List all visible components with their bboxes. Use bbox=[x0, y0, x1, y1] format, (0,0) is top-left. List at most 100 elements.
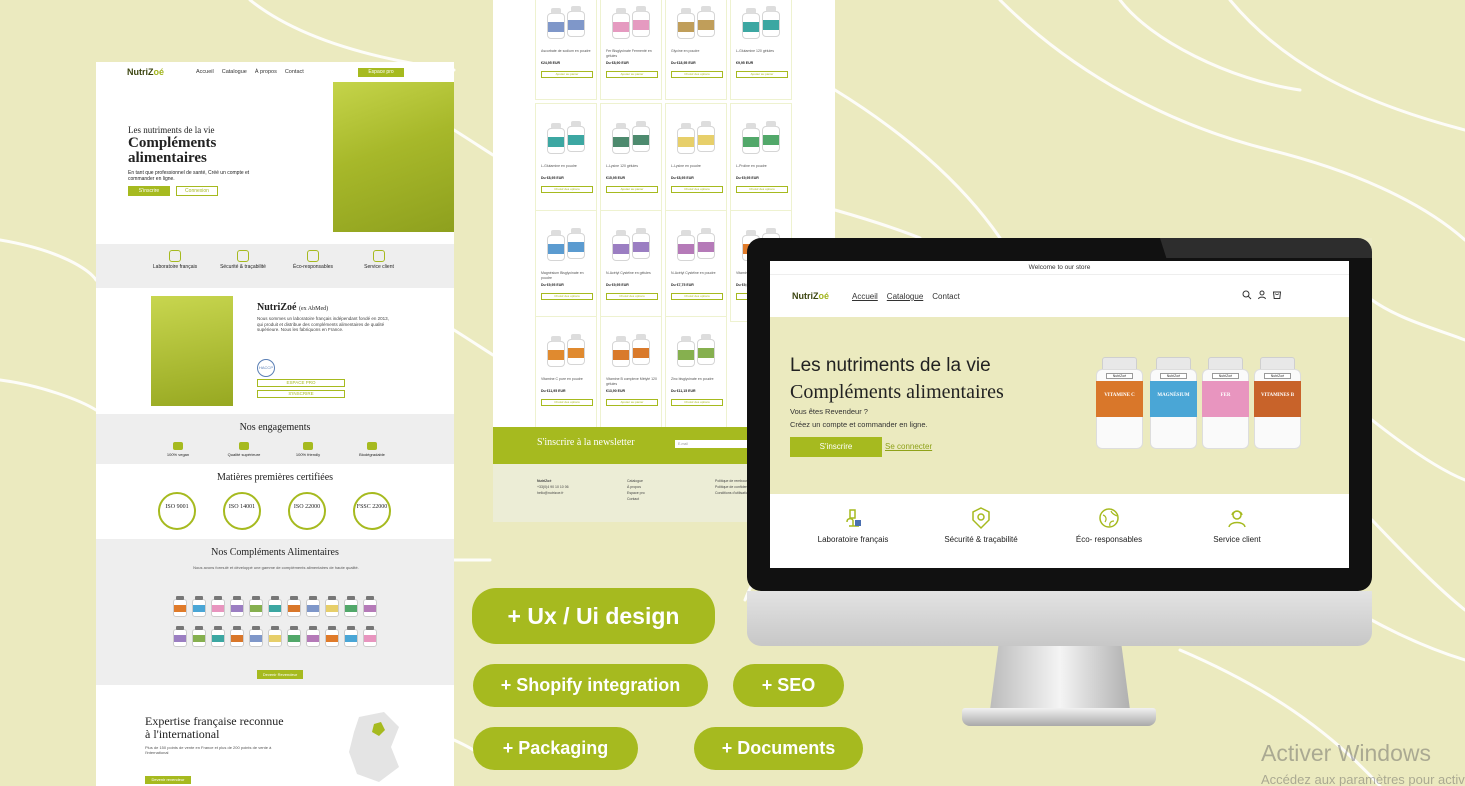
menu-item-catalogue[interactable]: Catalogue bbox=[222, 69, 247, 75]
product-card[interactable]: Magnésium Bisglycinate en poudre Du €9,95… bbox=[535, 210, 597, 322]
menu-item-contact[interactable]: Contact bbox=[285, 69, 304, 75]
product-jar bbox=[632, 228, 650, 259]
account-icon[interactable] bbox=[1257, 290, 1267, 300]
product-action-button[interactable]: Choisir des options bbox=[671, 186, 723, 193]
product-bottle bbox=[344, 626, 358, 647]
product-card[interactable]: L-Proline en poudre Du €9,95 EUR Choisir d… bbox=[730, 103, 792, 215]
product-price: Du €9,95 EUR bbox=[606, 283, 629, 287]
product-action-button[interactable]: Ajouter au panier bbox=[606, 71, 658, 78]
imac-chin bbox=[747, 591, 1372, 646]
supplement-jar: VITAMINES B NutriZoé bbox=[1254, 357, 1301, 449]
footer-link[interactable]: Contact bbox=[627, 496, 645, 502]
footer-contact: NutriZoé +33(0)4 90 10 10 06 hello@nutri… bbox=[537, 478, 569, 496]
product-action-button[interactable]: Choisir des options bbox=[671, 399, 723, 406]
product-card[interactable]: L-Lysine en poudre Du €8,95 EUR Choisir de… bbox=[665, 103, 727, 215]
product-card[interactable]: N-Acétyl Cystéine en gélules Du €9,95 EUR… bbox=[600, 210, 662, 322]
product-price: €15,95 EUR bbox=[606, 176, 626, 180]
logo-text: NutriZ bbox=[792, 291, 819, 301]
product-price: Du €11,15 EUR bbox=[671, 389, 696, 393]
product-card[interactable]: Zinc bisglycinate en poudre Du €11,15 EUR… bbox=[665, 316, 727, 428]
landing-hero: Les nutriments de la vie Compléments ali… bbox=[96, 82, 454, 244]
imac-gloss bbox=[1160, 238, 1372, 258]
about-title-small: (ex AbMed) bbox=[298, 306, 329, 312]
nav-accueil[interactable]: Accueil bbox=[852, 292, 878, 301]
expertise-reseller-button[interactable]: Devenir revendeur bbox=[145, 776, 191, 784]
product-name: Zinc bisglycinate en poudre bbox=[671, 377, 714, 381]
store-features: Laboratoire français Sécurité & traçabil… bbox=[770, 494, 1349, 568]
product-action-button[interactable]: Choisir des options bbox=[606, 293, 658, 300]
logo-text: NutriZ bbox=[127, 67, 154, 77]
product-bottle bbox=[173, 596, 187, 617]
about-espace-pro-button[interactable]: ESPACE PRO bbox=[257, 379, 345, 387]
nav-catalogue[interactable]: Catalogue bbox=[887, 292, 923, 301]
product-action-button[interactable]: Choisir des options bbox=[541, 399, 593, 406]
footer-email: hello@nutrizoe.fr bbox=[537, 491, 564, 495]
store-logo[interactable]: NutriZoé bbox=[792, 291, 829, 301]
hero-signup-button[interactable]: S'inscrire bbox=[790, 437, 882, 457]
about-signup-button[interactable]: S'INSCRIRE bbox=[257, 390, 345, 398]
product-card[interactable]: Vitamine C pure en poudre Du €11,95 EUR Ch… bbox=[535, 316, 597, 428]
hero-kicker: Les nutriments de la vie bbox=[128, 125, 215, 135]
hero-signup-button[interactable]: S'inscrire bbox=[128, 186, 170, 196]
product-card[interactable]: L-Glutamine 120 gélules €9,95 EUR Ajouter … bbox=[730, 0, 792, 100]
engagement-item: Biodégradable bbox=[342, 442, 402, 457]
product-card[interactable]: Glycine en poudre Du €18,95 EUR Choisir de… bbox=[665, 0, 727, 100]
iso-9001-badge: ISO 9001 bbox=[158, 492, 196, 530]
hero-kicker: Les nutriments de la vie bbox=[790, 355, 991, 376]
products-text: Nous avons formulé et développé une gamm… bbox=[193, 565, 359, 570]
become-reseller-button[interactable]: Devenir Revendeur bbox=[257, 670, 303, 679]
product-jar bbox=[762, 121, 780, 152]
product-card[interactable]: Ascorbate de sodium en poudre €24,95 EUR A… bbox=[535, 0, 597, 100]
hero-login-link[interactable]: Se connecter bbox=[885, 442, 932, 451]
haccp-badge: HACCP bbox=[257, 359, 275, 377]
product-action-button[interactable]: Ajouter au panier bbox=[541, 71, 593, 78]
about-title-main: NutriZoé bbox=[257, 302, 297, 313]
menu-item-accueil[interactable]: Accueil bbox=[196, 69, 214, 75]
product-action-button[interactable]: Choisir des options bbox=[541, 293, 593, 300]
product-card[interactable]: Vitamine B complexe Métylé 120 gélules €1… bbox=[600, 316, 662, 428]
feature-label: Laboratoire français bbox=[152, 264, 198, 270]
product-card[interactable]: L-Lysine 120 gélules €15,95 EUR Ajouter au… bbox=[600, 103, 662, 215]
product-action-button[interactable]: Choisir des options bbox=[736, 186, 788, 193]
product-action-button[interactable]: Choisir des options bbox=[671, 293, 723, 300]
product-action-button[interactable]: Ajouter au panier bbox=[736, 71, 788, 78]
product-price: Du €8,95 EUR bbox=[541, 176, 564, 180]
iso-14001-badge: ISO 14001 bbox=[223, 492, 261, 530]
espace-pro-button[interactable]: Espace pro bbox=[358, 68, 404, 77]
engagement-item: 100% vegan bbox=[148, 442, 208, 457]
product-bottle bbox=[211, 596, 225, 617]
product-card[interactable]: L-Glutamine en poudre Du €8,95 EUR Choisir… bbox=[535, 103, 597, 215]
landing-logo[interactable]: NutriZoé bbox=[127, 67, 164, 77]
search-icon[interactable] bbox=[1242, 290, 1252, 300]
product-image bbox=[673, 321, 721, 373]
star-icon bbox=[239, 442, 249, 450]
engagements-section: Nos engagements 100% vegan Qualité supér… bbox=[96, 414, 454, 464]
hero-login-button[interactable]: Connexion bbox=[176, 186, 218, 196]
product-bottle bbox=[192, 596, 206, 617]
product-price: Du €18,95 EUR bbox=[671, 61, 696, 65]
product-price: Du €8,90 EUR bbox=[606, 61, 629, 65]
product-name: N-Acétyl Cystéine en gélules bbox=[606, 271, 651, 275]
cart-icon[interactable] bbox=[1272, 290, 1282, 300]
hero-title: Compléments alimentaires bbox=[790, 381, 1004, 403]
header-icons bbox=[1242, 290, 1282, 300]
landing-menu: Accueil Catalogue À propos Contact bbox=[196, 69, 304, 75]
windows-activation-subtitle: Accédez aux paramètres pour activer Wind… bbox=[1261, 772, 1465, 786]
product-action-button[interactable]: Choisir des options bbox=[541, 186, 593, 193]
product-card[interactable]: Fer Bisglycinate Fermenté en gélules Du €… bbox=[600, 0, 662, 100]
product-card[interactable]: N-Acétyl Cystéine en poudre Du €7,75 EUR C… bbox=[665, 210, 727, 322]
product-jar bbox=[567, 334, 585, 365]
product-name: Fer Bisglycinate Fermenté en gélules bbox=[606, 49, 652, 58]
product-jar bbox=[632, 334, 650, 365]
product-action-button[interactable]: Choisir des options bbox=[671, 71, 723, 78]
hero-text: En tant que professionnel de santé, Créé… bbox=[128, 170, 250, 182]
engagements-title: Nos engagements bbox=[239, 422, 311, 433]
menu-item-a-propos[interactable]: À propos bbox=[255, 69, 277, 75]
product-jar bbox=[762, 6, 780, 37]
product-image bbox=[608, 321, 656, 373]
feature-service: Service client bbox=[1172, 506, 1302, 544]
product-jar bbox=[547, 336, 565, 367]
nav-contact[interactable]: Contact bbox=[932, 292, 960, 301]
product-action-button[interactable]: Ajouter au panier bbox=[606, 399, 658, 406]
product-action-button[interactable]: Ajouter au panier bbox=[606, 186, 658, 193]
